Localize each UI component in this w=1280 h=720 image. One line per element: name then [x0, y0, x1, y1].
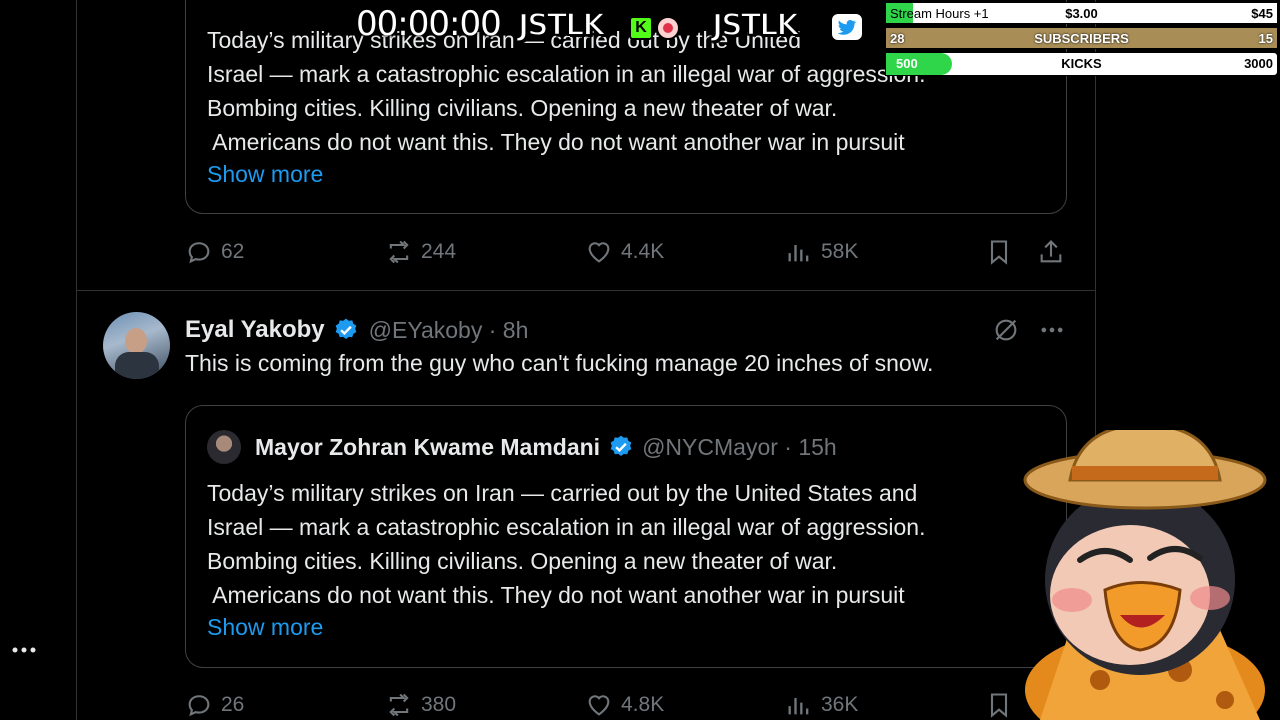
show-more-link[interactable]: Show more: [207, 614, 323, 641]
grok-icon[interactable]: [992, 316, 1020, 344]
subscribers-label: SUBSCRIBERS: [1034, 31, 1129, 46]
quoted-tweet-line: Bombing cities. Killing civilians. Openi…: [207, 95, 838, 121]
stream-hours-value: $3.00: [1065, 6, 1098, 21]
brand-logo: JSTLK: [711, 7, 801, 44]
tweet-actions: 26 380 4.8K 36K: [185, 691, 1065, 720]
subscribers-target: 15: [1258, 31, 1273, 46]
views-button[interactable]: 58K: [785, 238, 858, 266]
quoted-tweet-line: Americans do not want this. They do not …: [207, 582, 905, 608]
reply-count: 26: [221, 693, 245, 716]
verified-badge-icon: [610, 435, 632, 456]
analytics-icon: [788, 245, 809, 262]
stream-hours-target: $45: [1251, 6, 1273, 21]
tweet-text: This is coming from the guy who can't fu…: [185, 350, 934, 376]
quoted-tweet-header: Mayor Zohran Kwame Mamdani @NYCMayor · 1…: [207, 430, 837, 464]
streamer-mascot-icon: [1023, 430, 1267, 720]
stream-timer: 00:00:00: [356, 4, 502, 44]
avatar-face: [125, 328, 147, 354]
like-button[interactable]: 4.4K: [585, 238, 664, 266]
show-more-link[interactable]: Show more: [207, 161, 323, 188]
repost-icon: [389, 693, 409, 717]
like-count: 4.8K: [621, 693, 665, 716]
avatar-body: [115, 352, 159, 379]
reply-button[interactable]: 26: [185, 691, 244, 719]
author-name[interactable]: Eyal Yakoby: [185, 316, 325, 344]
kicks-target: 3000: [1244, 56, 1273, 71]
quoted-tweet-line: Bombing cities. Killing civilians. Openi…: [207, 548, 838, 574]
stream-hours-goal: Stream Hours +1 $3.00 $45: [885, 2, 1278, 24]
repost-icon: [389, 240, 409, 264]
record-icon: [656, 16, 680, 40]
twitter-bird-icon: [830, 12, 864, 42]
views-count: 58K: [821, 240, 859, 263]
repost-button[interactable]: 244: [385, 238, 456, 266]
quoted-author-name[interactable]: Mayor Zohran Kwame Mamdani: [255, 434, 600, 461]
reply-button[interactable]: 62: [185, 238, 244, 266]
like-count: 4.4K: [621, 240, 665, 263]
kicks-goal: 500 KICKS 3000: [885, 52, 1278, 76]
share-icon: [1040, 240, 1062, 263]
repost-count: 244: [421, 240, 457, 263]
quoted-avatar[interactable]: [207, 430, 241, 464]
share-button[interactable]: [1037, 238, 1073, 266]
brand-logo: JSTLK: [517, 7, 607, 44]
quoted-tweet-line: Today’s military strikes on Iran — carri…: [207, 480, 918, 506]
avatar[interactable]: [103, 312, 170, 379]
reply-count: 62: [221, 240, 245, 263]
analytics-icon: [788, 698, 809, 715]
repost-count: 380: [421, 693, 457, 716]
author-handle[interactable]: @EYakoby · 8h: [369, 317, 529, 344]
views-count: 36K: [821, 693, 859, 716]
like-button[interactable]: 4.8K: [585, 691, 664, 719]
reply-icon: [188, 242, 210, 264]
heart-icon: [588, 242, 610, 263]
quoted-tweet-line: Israel — mark a catastrophic escalation …: [207, 61, 926, 87]
tweet-header: Eyal Yakoby @EYakoby · 8h: [185, 312, 528, 348]
kick-logo-icon: K: [629, 16, 653, 40]
bookmark-icon: [990, 240, 1008, 265]
reply-icon: [188, 695, 210, 717]
stream-goals-widget: Stream Hours +1 $3.00 $45 28 SUBSCRIBERS…: [885, 2, 1278, 79]
repost-button[interactable]: 380: [385, 691, 456, 719]
tweet-actions: 62 244 4.4K 58K: [185, 238, 1065, 268]
subscribers-goal: 28 SUBSCRIBERS 15: [885, 27, 1278, 49]
quoted-author-handle[interactable]: @NYCMayor · 15h: [642, 434, 837, 461]
verified-badge-icon: [335, 318, 356, 339]
quoted-tweet-line: Israel — mark a catastrophic escalation …: [207, 514, 926, 540]
bookmark-button[interactable]: [985, 238, 1021, 266]
heart-icon: [588, 695, 610, 716]
quoted-tweet-line: Americans do not want this. They do not …: [207, 129, 905, 155]
views-button[interactable]: 36K: [785, 691, 858, 719]
sidebar-more-icon[interactable]: [10, 640, 38, 660]
kicks-label: KICKS: [1061, 56, 1102, 71]
tweet-divider: [76, 290, 1096, 291]
more-options-icon[interactable]: [1038, 316, 1066, 344]
bookmark-icon: [990, 693, 1008, 718]
